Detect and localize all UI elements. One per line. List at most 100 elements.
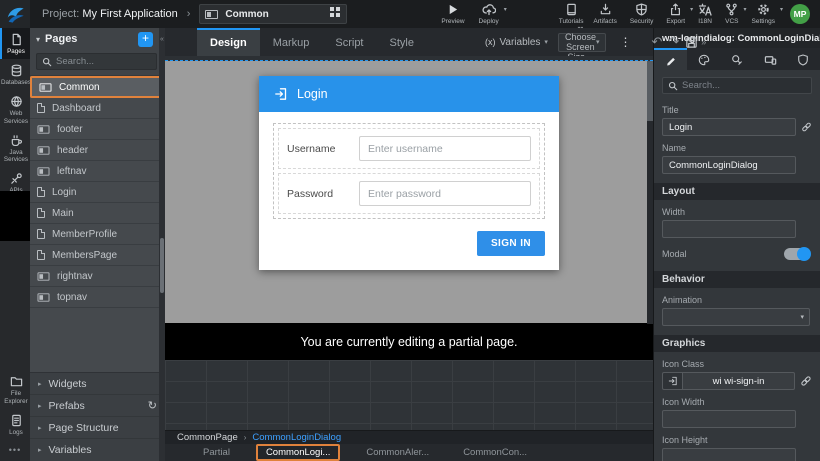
tab-markup[interactable]: Markup bbox=[260, 28, 323, 56]
preview-button[interactable]: Preview bbox=[441, 3, 464, 25]
properties-search[interactable] bbox=[662, 77, 812, 94]
scrollbar-thumb[interactable] bbox=[160, 238, 164, 293]
rail-item-pages[interactable]: Pages bbox=[0, 28, 30, 59]
rail-item-logs[interactable]: Logs bbox=[0, 409, 30, 440]
tab-security[interactable] bbox=[787, 48, 820, 70]
palette-icon bbox=[698, 54, 710, 66]
tab-style[interactable]: Style bbox=[377, 28, 427, 56]
canvas-scrollbar[interactable] bbox=[647, 61, 653, 324]
bind-link-icon[interactable] bbox=[801, 121, 812, 133]
tab-events[interactable] bbox=[720, 48, 753, 70]
tab-design[interactable]: Design bbox=[197, 28, 260, 56]
icon-height-label: Icon Height bbox=[662, 435, 812, 445]
security-button[interactable]: Security bbox=[630, 3, 653, 25]
properties-search-input[interactable] bbox=[682, 80, 792, 91]
icon-width-input[interactable] bbox=[662, 410, 796, 428]
pages-search-input[interactable] bbox=[56, 56, 146, 67]
rail-item-java-services[interactable]: Java Services bbox=[0, 129, 30, 167]
password-input[interactable] bbox=[359, 181, 531, 206]
section-widgets[interactable]: ▸ Widgets bbox=[30, 373, 165, 395]
page-item-header[interactable]: header bbox=[30, 140, 165, 161]
wavemaker-logo[interactable] bbox=[0, 0, 30, 28]
animation-select[interactable]: ▾ bbox=[662, 308, 810, 326]
more-options-icon[interactable]: ⋮ bbox=[616, 35, 634, 49]
width-input[interactable] bbox=[662, 220, 796, 238]
page-icon bbox=[37, 187, 45, 197]
vcs-button[interactable]: VCS ▾ bbox=[725, 3, 738, 25]
section-prefabs[interactable]: ▸ Prefabs ↻ bbox=[30, 395, 165, 417]
page-selector-dropdown[interactable]: Common bbox=[199, 4, 347, 24]
artifacts-button[interactable]: Artifacts bbox=[593, 3, 616, 25]
variables-dropdown[interactable]: (x) Variables ▾ bbox=[485, 37, 548, 48]
i18n-button[interactable]: I18N bbox=[698, 3, 712, 25]
password-row[interactable]: Password bbox=[278, 173, 540, 214]
icon-class-field: Icon Class bbox=[654, 359, 820, 390]
tab-partial[interactable]: Partial bbox=[195, 446, 238, 459]
section-page-structure[interactable]: ▸ Page Structure bbox=[30, 417, 165, 439]
user-avatar[interactable]: MP bbox=[790, 4, 810, 24]
settings-button[interactable]: Settings ▾ bbox=[752, 3, 776, 25]
undo-button[interactable]: ↶ bbox=[648, 34, 665, 50]
rail-more-icon[interactable]: ••• bbox=[0, 440, 30, 461]
breadcrumb-commonlogindialog[interactable]: CommonLoginDialog bbox=[252, 432, 341, 443]
redo-button[interactable]: ↷ bbox=[665, 34, 682, 50]
screen-size-select[interactable]: -- Choose Screen Size -- ▾ bbox=[558, 33, 607, 52]
tab-styles[interactable] bbox=[687, 48, 720, 70]
save-button[interactable] bbox=[682, 36, 701, 49]
wavemaker-logo-icon bbox=[5, 4, 25, 24]
rail-item-file-explorer[interactable]: File Explorer bbox=[0, 370, 30, 408]
project-name: My First Application bbox=[82, 8, 177, 20]
title-input[interactable] bbox=[662, 118, 796, 136]
refresh-icon[interactable]: ↻ bbox=[148, 399, 157, 412]
pages-panel-title: Pages bbox=[45, 33, 133, 45]
collapse-triangle-icon[interactable]: ▾ bbox=[36, 35, 40, 44]
expand-triangle-icon: ▸ bbox=[38, 402, 42, 410]
tab-commonalertdialog[interactable]: CommonAler... bbox=[358, 446, 437, 459]
page-item-rightnav[interactable]: rightnav bbox=[30, 266, 165, 287]
icon-height-input[interactable] bbox=[662, 448, 796, 461]
username-row[interactable]: Username bbox=[278, 128, 540, 169]
tab-devices[interactable] bbox=[754, 48, 787, 70]
tab-properties[interactable] bbox=[654, 48, 687, 70]
rail-overlay bbox=[0, 191, 30, 241]
rail-item-databases[interactable]: Databases bbox=[0, 59, 30, 90]
section-variables[interactable]: ▸ Variables bbox=[30, 439, 165, 461]
width-field: Width bbox=[654, 207, 820, 238]
modal-toggle[interactable] bbox=[784, 248, 810, 260]
pages-panel-sections: ▸ Widgets ▸ Prefabs ↻ ▸ Page Structure ▸… bbox=[30, 372, 165, 461]
page-item-topnav[interactable]: topnav bbox=[30, 287, 165, 308]
tab-commonlogindialog[interactable]: CommonLogi... bbox=[256, 444, 340, 461]
export-button[interactable]: Export ▾ bbox=[666, 3, 685, 25]
login-dialog-widget[interactable]: Login Username Password bbox=[259, 76, 559, 270]
page-item-login[interactable]: Login bbox=[30, 182, 165, 203]
expand-panel-icon[interactable]: » bbox=[701, 37, 706, 47]
partial-icon bbox=[40, 83, 52, 91]
page-item-footer[interactable]: footer bbox=[30, 119, 165, 140]
rail-item-web-services[interactable]: Web Services bbox=[0, 90, 30, 128]
tab-script[interactable]: Script bbox=[322, 28, 376, 56]
pages-search[interactable] bbox=[36, 53, 157, 70]
search-icon bbox=[668, 81, 678, 91]
name-input[interactable] bbox=[662, 156, 796, 174]
deploy-button[interactable]: Deploy ▾ bbox=[479, 3, 499, 25]
folder-icon bbox=[10, 375, 23, 388]
chevron-down-icon: ▾ bbox=[596, 38, 600, 46]
scrollbar-thumb[interactable] bbox=[647, 61, 653, 121]
tab-commonconfirmdialog[interactable]: CommonCon... bbox=[455, 446, 535, 459]
dialog-form-container[interactable]: Username Password bbox=[273, 123, 545, 219]
add-page-button[interactable]: + bbox=[138, 32, 153, 47]
properties-list: Title Name Layout Width bbox=[654, 98, 820, 461]
sign-in-button[interactable]: SIGN IN bbox=[477, 231, 545, 256]
pages-list-empty-area bbox=[30, 308, 165, 372]
page-item-memberprofile[interactable]: MemberProfile bbox=[30, 224, 165, 245]
page-item-main[interactable]: Main bbox=[30, 203, 165, 224]
username-input[interactable] bbox=[359, 136, 531, 161]
page-item-common[interactable]: Common bbox=[30, 76, 165, 98]
icon-class-input[interactable] bbox=[682, 372, 795, 390]
page-item-dashboard[interactable]: Dashboard bbox=[30, 98, 165, 119]
page-item-memberspage[interactable]: MembersPage bbox=[30, 245, 165, 266]
width-label: Width bbox=[662, 207, 812, 217]
page-item-leftnav[interactable]: leftnav bbox=[30, 161, 165, 182]
bind-link-icon[interactable] bbox=[800, 375, 812, 387]
breadcrumb-commonpage[interactable]: CommonPage bbox=[177, 432, 238, 443]
